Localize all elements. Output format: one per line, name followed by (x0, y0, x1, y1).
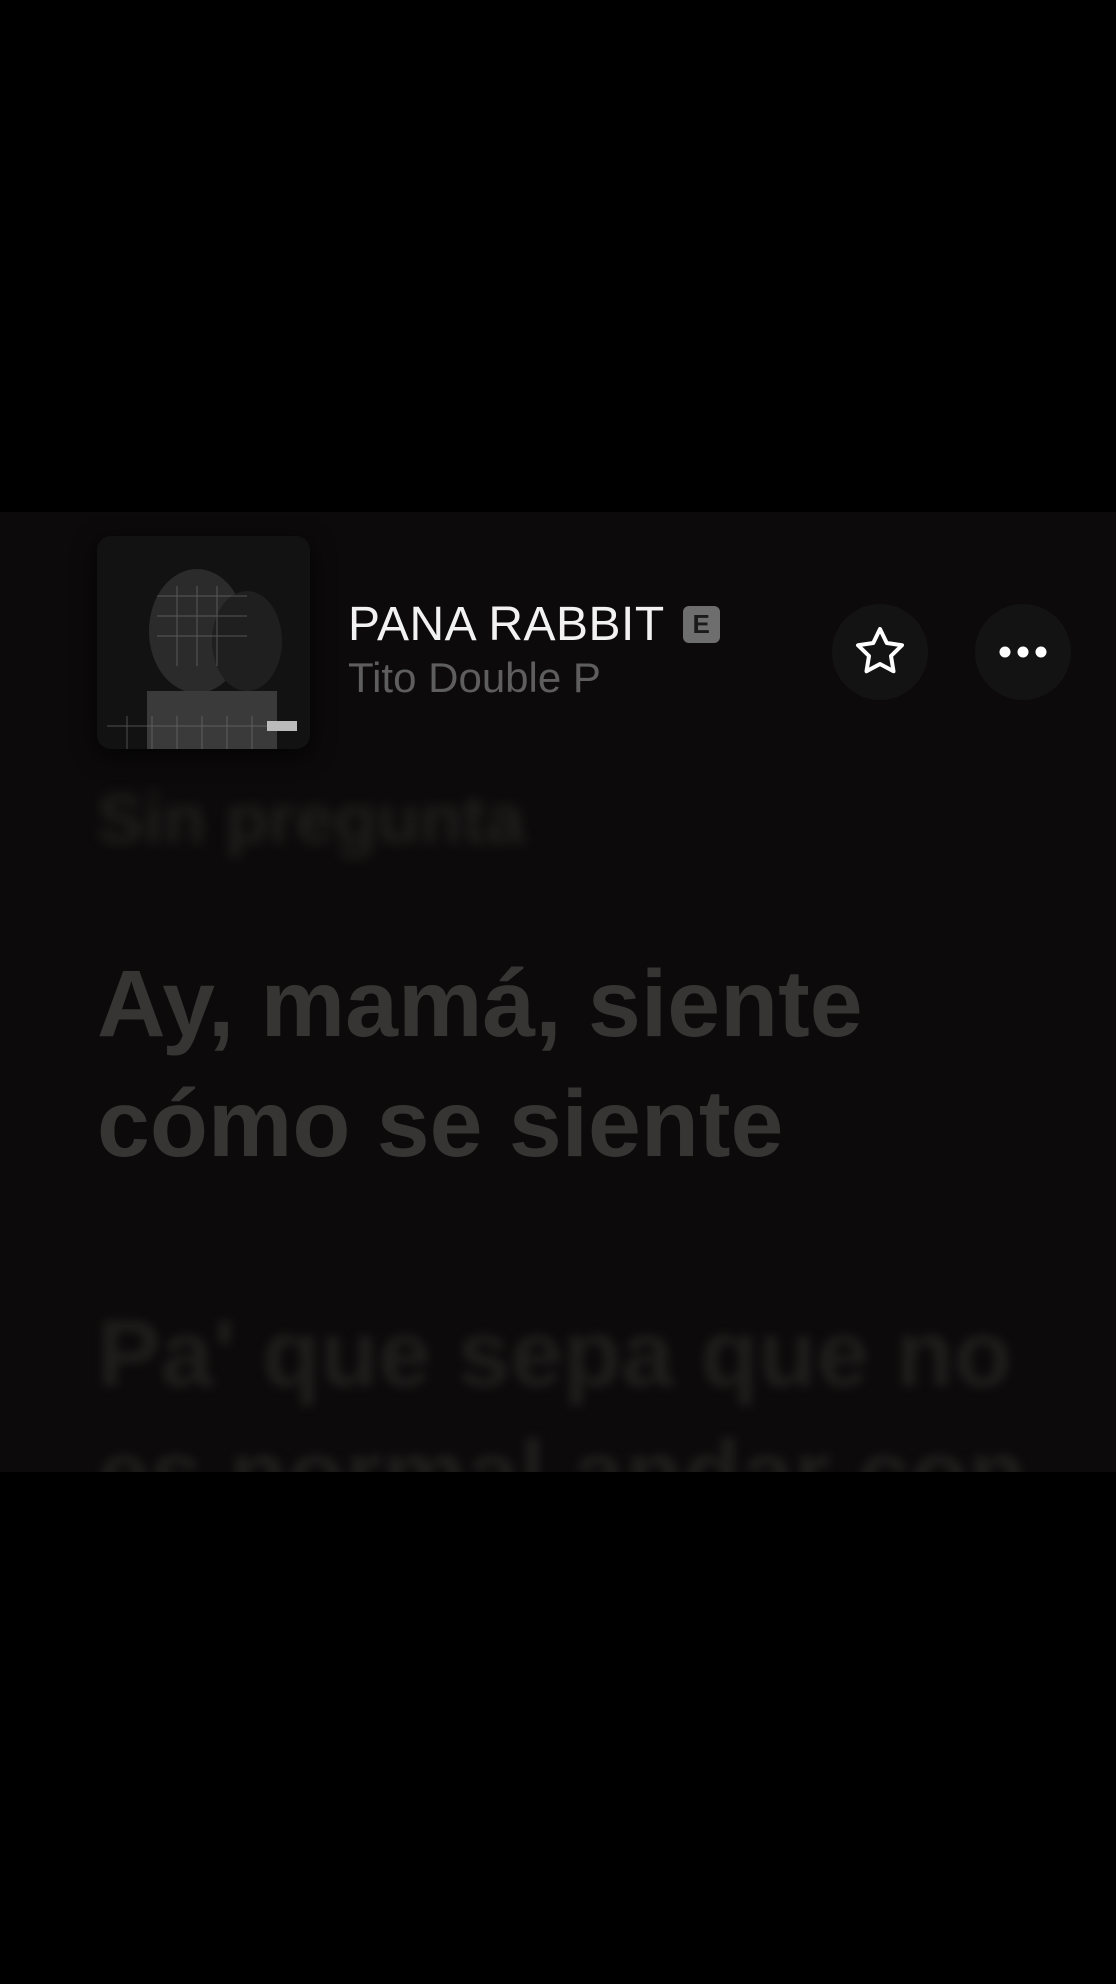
song-title: PANA RABBIT (348, 597, 665, 651)
title-row: PANA RABBIT E (348, 596, 720, 652)
now-playing-panel: PANA RABBIT E Tito Double P Sin pregunta… (0, 512, 1116, 1472)
ellipsis-icon (999, 646, 1047, 658)
explicit-badge: E (682, 605, 720, 643)
favorite-button[interactable] (832, 604, 928, 700)
lyrics-view[interactable]: Sin pregunta Ay, mamá, siente cómo se si… (97, 774, 1057, 1472)
artist-name[interactable]: Tito Double P (348, 654, 720, 702)
track-info[interactable]: PANA RABBIT E Tito Double P (348, 596, 720, 702)
lyric-line-current[interactable]: Ay, mamá, siente cómo se siente (97, 944, 1057, 1184)
more-options-button[interactable] (975, 604, 1071, 700)
lyric-line-next[interactable]: Pa' que sepa que no es normal andar con (97, 1294, 1057, 1472)
star-icon (856, 627, 904, 674)
lyric-line-previous[interactable]: Sin pregunta (97, 774, 1057, 864)
album-artwork[interactable] (97, 536, 310, 749)
album-artwork-image (97, 536, 310, 749)
